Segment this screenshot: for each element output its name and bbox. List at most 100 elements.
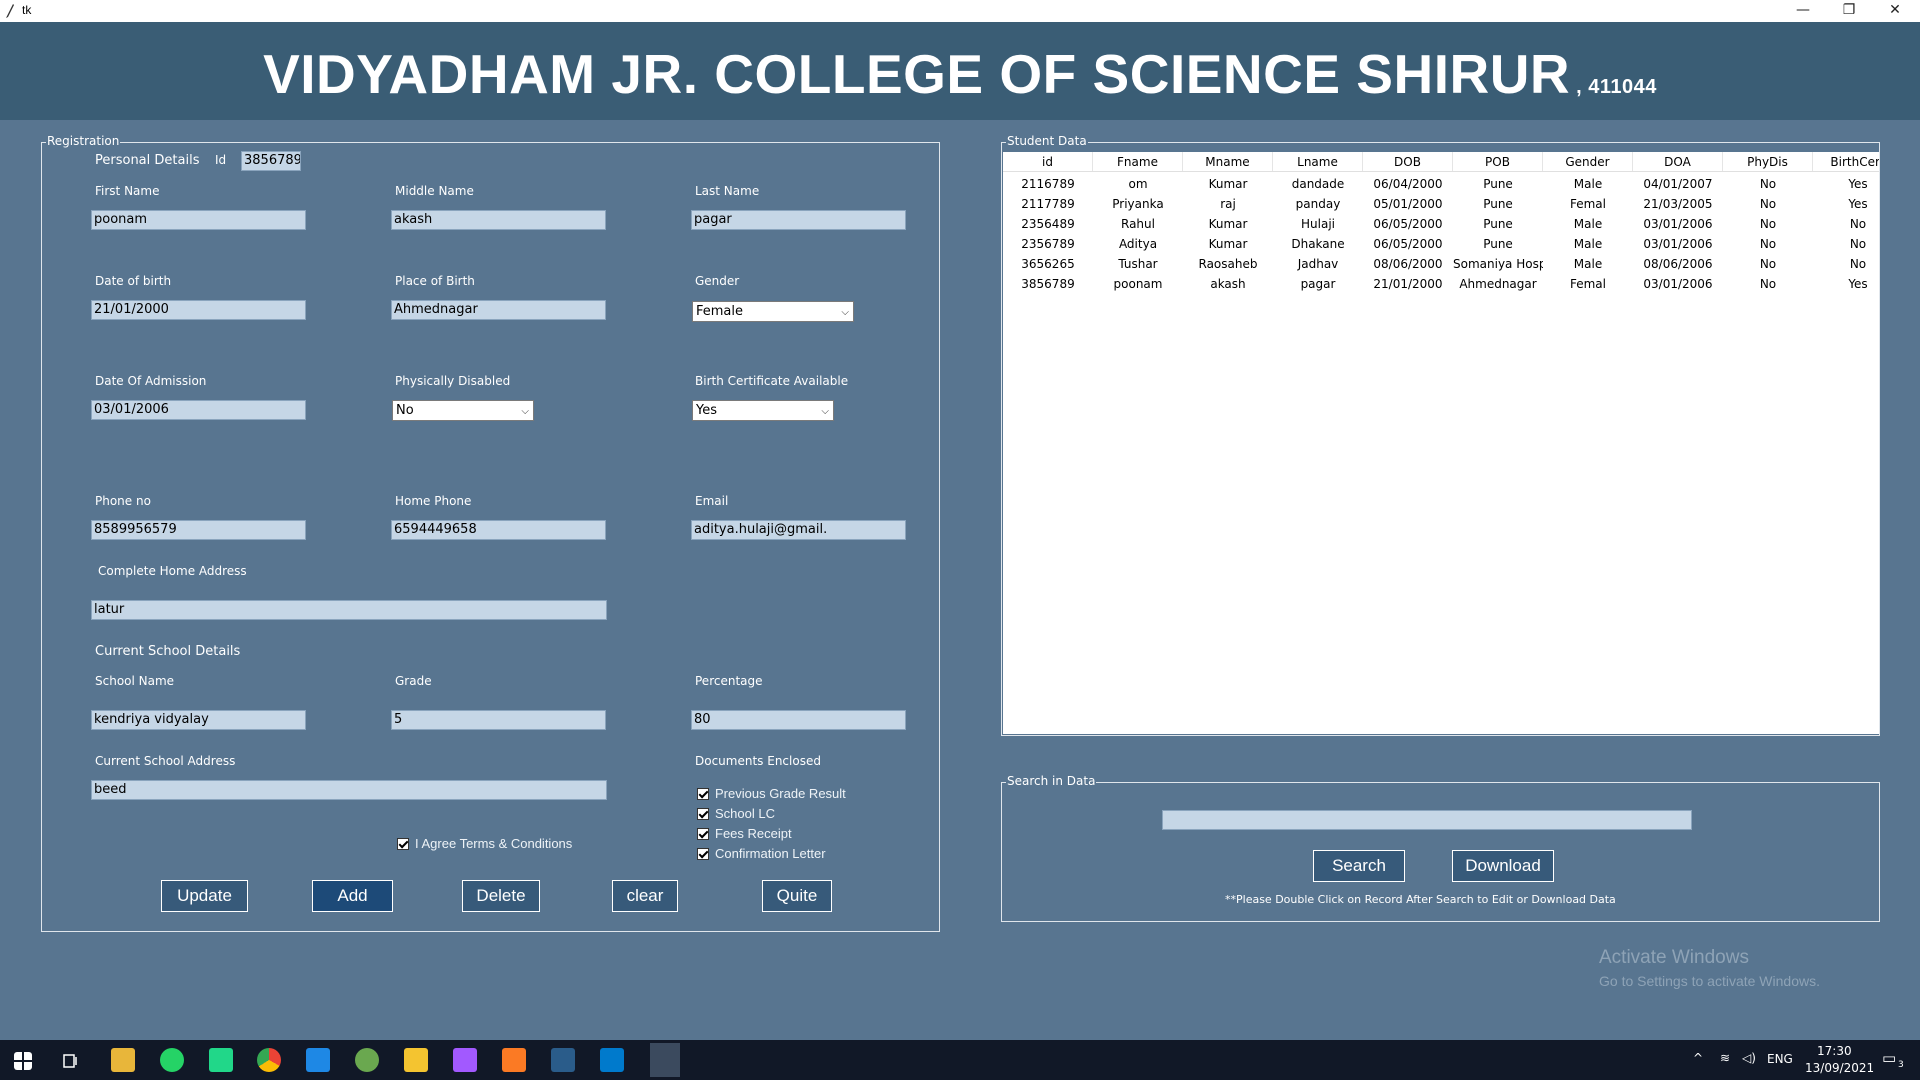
dob-field[interactable]: 21/01/2000 xyxy=(91,300,306,320)
add-button[interactable]: Add xyxy=(312,880,393,912)
doc-confirmation-letter-checkbox[interactable]: Confirmation Letter xyxy=(697,846,826,861)
table-cell: Tushar xyxy=(1118,257,1158,271)
agree-terms-checkbox[interactable]: I Agree Terms & Conditions xyxy=(397,836,572,851)
table-cell: No xyxy=(1759,257,1777,271)
windows-start-icon[interactable] xyxy=(14,1052,32,1070)
table-cell: Male xyxy=(1573,217,1603,231)
table-row[interactable]: 3856789 poonam akash pagar 21/01/2000 Ahmedna… xyxy=(1003,274,1879,294)
id-label: Id xyxy=(215,153,227,167)
chevron-up-icon[interactable]: ^ xyxy=(1693,1051,1703,1065)
search-input[interactable] xyxy=(1162,810,1692,830)
column-header[interactable]: DOA xyxy=(1633,152,1723,171)
table-row[interactable]: 2117789 Priyanka raj panday 05/01/2000 Pune Fe… xyxy=(1003,194,1879,214)
column-header[interactable]: DOB xyxy=(1363,152,1453,171)
download-button[interactable]: Download xyxy=(1452,850,1554,882)
home-address-field[interactable]: latur xyxy=(91,600,607,620)
doc-school-lc-checkbox[interactable]: School LC xyxy=(697,806,775,821)
dob-label: Date of birth xyxy=(95,274,172,288)
home-phone-field[interactable]: 6594449658 xyxy=(391,520,606,540)
table-cell: No xyxy=(1849,217,1867,231)
table-row[interactable]: 2356789 Aditya Kumar Dhakane 06/05/2000 Pune M… xyxy=(1003,234,1879,254)
check-icon xyxy=(697,788,709,800)
minimize-button[interactable]: — xyxy=(1780,0,1826,22)
table-cell: Hulaji xyxy=(1301,217,1335,231)
task-view-icon[interactable] xyxy=(61,1052,79,1070)
doc-fees-receipt-checkbox[interactable]: Fees Receipt xyxy=(697,826,792,841)
school-name-field[interactable]: kendriya vidyalay xyxy=(91,710,306,730)
column-header[interactable]: BirthCert xyxy=(1813,152,1879,171)
gender-label: Gender xyxy=(695,274,740,288)
pycharm-icon[interactable] xyxy=(209,1048,233,1072)
pob-field[interactable]: Ahmednagar xyxy=(391,300,606,320)
app-icon[interactable] xyxy=(355,1048,379,1072)
student-data-table[interactable]: id Fname Mname Lname DOB POB Gender DOA PhyDis Bi… xyxy=(1003,152,1879,734)
grade-field[interactable]: 5 xyxy=(391,710,606,730)
table-cell: 08/06/2000 xyxy=(1373,257,1443,271)
table-cell: No xyxy=(1849,237,1867,251)
table-row[interactable]: 2356489 Rahul Kumar Hulaji 06/05/2000 Pune Mal… xyxy=(1003,214,1879,234)
language-indicator[interactable]: ENG xyxy=(1767,1052,1793,1066)
column-header[interactable]: POB xyxy=(1453,152,1543,171)
restore-button[interactable]: ❐ xyxy=(1826,0,1872,22)
registration-legend: Registration xyxy=(46,134,121,148)
column-header[interactable]: Mname xyxy=(1183,152,1273,171)
column-header[interactable]: id xyxy=(1003,152,1093,171)
table-row[interactable]: 3656265 Tushar Raosaheb Jadhav 08/06/2000 Som… xyxy=(1003,254,1879,274)
last-name-field[interactable]: pagar xyxy=(691,210,906,230)
column-header[interactable]: PhyDis xyxy=(1723,152,1813,171)
table-cell: 3856789 xyxy=(1021,277,1075,291)
vscode-icon[interactable] xyxy=(600,1048,624,1072)
volume-icon[interactable]: ◁) xyxy=(1742,1051,1756,1065)
table-cell: Ahmednagar xyxy=(1459,277,1537,291)
percentage-field[interactable]: 80 xyxy=(691,710,906,730)
phone-field[interactable]: 8589956579 xyxy=(91,520,306,540)
table-cell: No xyxy=(1849,257,1867,271)
doc-previous-grade-checkbox[interactable]: Previous Grade Result xyxy=(697,786,846,801)
clear-button[interactable]: clear xyxy=(612,880,678,912)
python-tk-icon[interactable] xyxy=(650,1043,680,1077)
search-button[interactable]: Search xyxy=(1313,850,1405,882)
player-icon[interactable] xyxy=(404,1048,428,1072)
table-cell: om xyxy=(1128,177,1148,191)
table-cell: Pune xyxy=(1483,177,1513,191)
chrome-icon[interactable] xyxy=(257,1048,281,1072)
school-address-field[interactable]: beed xyxy=(91,780,607,800)
college-pin: , 411044 xyxy=(1576,76,1657,98)
last-name-label: Last Name xyxy=(695,184,760,198)
column-header[interactable]: Lname xyxy=(1273,152,1363,171)
table-cell: 06/05/2000 xyxy=(1373,237,1443,251)
phone-label: Phone no xyxy=(95,494,151,508)
column-header[interactable]: Fname xyxy=(1093,152,1183,171)
column-header[interactable]: Gender xyxy=(1543,152,1633,171)
notification-icon[interactable]: ▭ xyxy=(1882,1049,1896,1067)
whatsapp-icon[interactable] xyxy=(160,1048,184,1072)
clock-time[interactable]: 17:30 xyxy=(1817,1044,1852,1058)
percentage-label: Percentage xyxy=(695,674,763,688)
id-field[interactable]: 3856789 xyxy=(241,151,301,171)
table-cell: Male xyxy=(1573,257,1603,271)
physically-disabled-select[interactable]: No ⌵ xyxy=(392,400,534,421)
update-button[interactable]: Update xyxy=(161,880,248,912)
clock-date[interactable]: 13/09/2021 xyxy=(1805,1061,1874,1075)
file-explorer-icon[interactable] xyxy=(111,1048,135,1072)
app-icon[interactable] xyxy=(306,1048,330,1072)
birth-certificate-select[interactable]: Yes ⌵ xyxy=(692,400,834,421)
table-row[interactable]: 2116789 om Kumar dandade 06/04/2000 Pune Male 0… xyxy=(1003,174,1879,194)
table-cell: Yes xyxy=(1848,197,1868,211)
middle-name-field[interactable]: akash xyxy=(391,210,606,230)
doa-field[interactable]: 03/01/2006 xyxy=(91,400,306,420)
xampp-icon[interactable] xyxy=(502,1048,526,1072)
delete-button[interactable]: Delete xyxy=(462,880,540,912)
activate-windows-title: Activate Windows xyxy=(1599,947,1749,968)
email-label: Email xyxy=(695,494,729,508)
gender-select[interactable]: Female ⌵ xyxy=(692,301,854,322)
personal-details-heading: Personal Details xyxy=(95,153,200,168)
first-name-field[interactable]: poonam xyxy=(91,210,306,230)
close-button[interactable]: ✕ xyxy=(1872,0,1918,22)
table-cell: Yes xyxy=(1848,277,1868,291)
wifi-icon[interactable]: ≋ xyxy=(1720,1051,1730,1065)
figma-icon[interactable] xyxy=(453,1048,477,1072)
mysql-workbench-icon[interactable] xyxy=(551,1048,575,1072)
email-field[interactable]: aditya.hulaji@gmail. xyxy=(691,520,906,540)
quit-button[interactable]: Quite xyxy=(762,880,832,912)
